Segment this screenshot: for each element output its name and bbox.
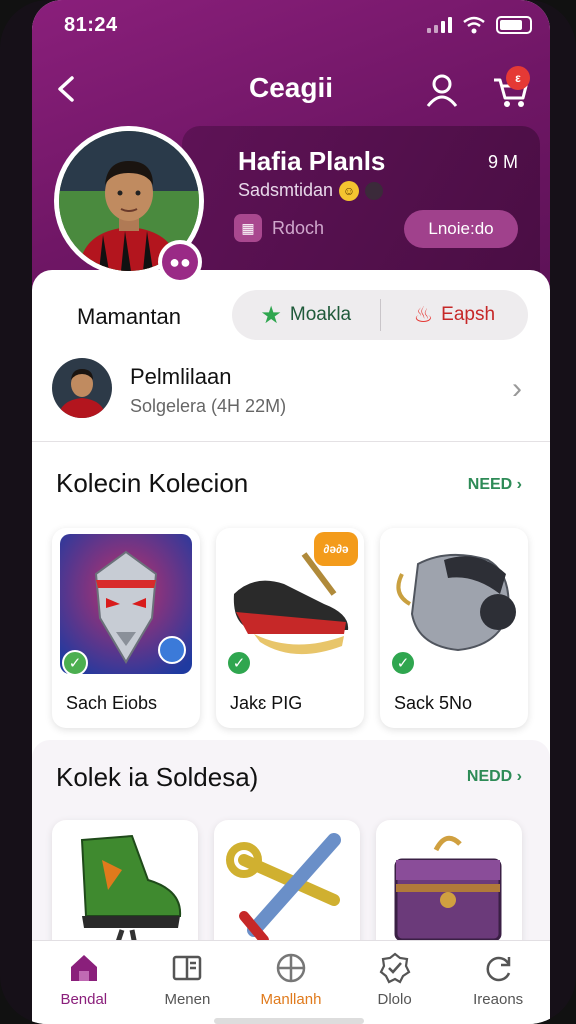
- book-icon: [173, 955, 202, 981]
- status-bar: 81:24: [64, 14, 532, 42]
- battery-icon: [496, 16, 532, 34]
- home-icon: [70, 955, 97, 981]
- nav-bar: Ceagii ε: [32, 64, 550, 114]
- profile-card: Hafia Planls 9 M Sadsmtidan ☺ ▦ Rdoch Ln…: [182, 126, 540, 274]
- section-1-grid: ✓ Sach Eiobs ∂ə∂ə ✓ Jakɛ PIG ✓ Sack 5No: [52, 528, 528, 728]
- camera-icon: ●●: [162, 244, 198, 280]
- collection-card[interactable]: ∂ə∂ə ✓ Jakɛ PIG: [216, 528, 364, 728]
- tab-menu[interactable]: Menen: [136, 941, 240, 1024]
- status-icons: [427, 16, 532, 34]
- phone-frame: 81:24 Ceagii ε Hafia Planls 9 M Sadsmtid…: [0, 0, 576, 1024]
- home-indicator: [214, 1018, 364, 1024]
- signal-icon: [427, 17, 452, 33]
- cart-badge: ε: [506, 66, 530, 90]
- flame-icon: ♨: [413, 302, 434, 327]
- card-label: Sach Eiobs: [66, 693, 158, 713]
- tools-item-image: [226, 833, 341, 945]
- profile-subtitle: Sadsmtidan: [238, 180, 334, 200]
- cart-button[interactable]: ε: [490, 66, 532, 112]
- tab-home-label: Bendal: [60, 991, 108, 1008]
- tab-refresh-label: Ireaons: [473, 991, 524, 1008]
- tab-menu-label: Menen: [164, 991, 211, 1008]
- profile-subtitle-row: Sadsmtidan ☺: [238, 180, 384, 201]
- tab-refresh[interactable]: Ireaons: [446, 941, 550, 1024]
- page-title: Ceagii: [248, 72, 334, 103]
- collection-card[interactable]: [376, 820, 522, 960]
- segment-control: ★ Moakla ♨ Eapsh: [232, 290, 528, 340]
- person-avatar: [52, 358, 112, 418]
- profile-chip[interactable]: ▦ Rdoch: [234, 214, 324, 242]
- collection-card[interactable]: [52, 820, 198, 960]
- star-icon: ★: [260, 301, 282, 329]
- segment-option-1-label: Moakla: [289, 304, 352, 325]
- check-icon: ✓: [390, 650, 416, 676]
- card-label: Sack 5No: [394, 693, 473, 713]
- chest-item-image: [394, 835, 502, 942]
- section-1-title: Kolecin Kolecion: [56, 468, 249, 498]
- tab-target-label: Manllanh: [260, 991, 322, 1008]
- refresh-icon: [486, 956, 511, 982]
- card-tag: ∂ə∂ə: [314, 532, 358, 566]
- status-dot-icon: [365, 181, 384, 200]
- section-2-title: Kolek ia Soldesa): [56, 762, 259, 792]
- check-icon: ✓: [226, 650, 252, 676]
- section-2-grid: [52, 820, 522, 960]
- section-1-link[interactable]: NEED ›: [468, 476, 522, 494]
- tab-verified[interactable]: Dlolo: [343, 941, 447, 1024]
- section-2-link[interactable]: NEDD ›: [467, 768, 522, 786]
- tab-verified-label: Dlolo: [377, 991, 412, 1008]
- boot-item-image: [80, 834, 182, 960]
- segment-option-1[interactable]: ★ Moakla: [232, 290, 380, 340]
- tab-target[interactable]: Manllanh: [239, 941, 343, 1024]
- segment-label: Mamantan: [77, 304, 181, 329]
- avatar-badge[interactable]: ●●: [158, 240, 202, 284]
- check-icon: ✓: [62, 650, 88, 676]
- tab-bar: Bendal Menen Manllanh Dlolo Ireaons: [32, 940, 550, 1024]
- profile-action-button[interactable]: Lnoie:do: [404, 210, 518, 248]
- grid-icon: ▦: [234, 214, 262, 242]
- target-icon: [276, 953, 306, 983]
- user-icon[interactable]: [422, 70, 462, 110]
- segment-option-2[interactable]: ♨ Eapsh: [381, 290, 529, 340]
- person-subtitle: Solgelera (4H 22M): [130, 396, 287, 416]
- tab-home[interactable]: Bendal: [32, 941, 136, 1024]
- profile-name: Hafia Planls: [238, 146, 386, 176]
- collection-card[interactable]: ✓ Sach Eiobs: [52, 528, 200, 728]
- collection-card[interactable]: [214, 820, 360, 960]
- screen: 81:24 Ceagii ε Hafia Planls 9 M Sadsmtid…: [32, 0, 550, 1024]
- smiley-icon: ☺: [339, 180, 360, 201]
- profile-chip-label: Rdoch: [272, 217, 325, 238]
- profile-count: 9 M: [487, 152, 518, 172]
- status-time: 81:24: [64, 14, 118, 36]
- chevron-right-icon: ›: [512, 372, 522, 405]
- person-row[interactable]: Pelmlilaan Solgelera (4H 22M) ›: [32, 352, 550, 442]
- person-name: Pelmlilaan: [130, 364, 232, 389]
- segment-option-2-label: Eapsh: [441, 304, 496, 325]
- collection-card[interactable]: ✓ Sack 5No: [380, 528, 528, 728]
- check-badge-icon: [379, 952, 410, 984]
- wifi-icon: [463, 16, 485, 34]
- badge-icon: [158, 636, 186, 664]
- card-label: Jakɛ PIG: [230, 693, 303, 713]
